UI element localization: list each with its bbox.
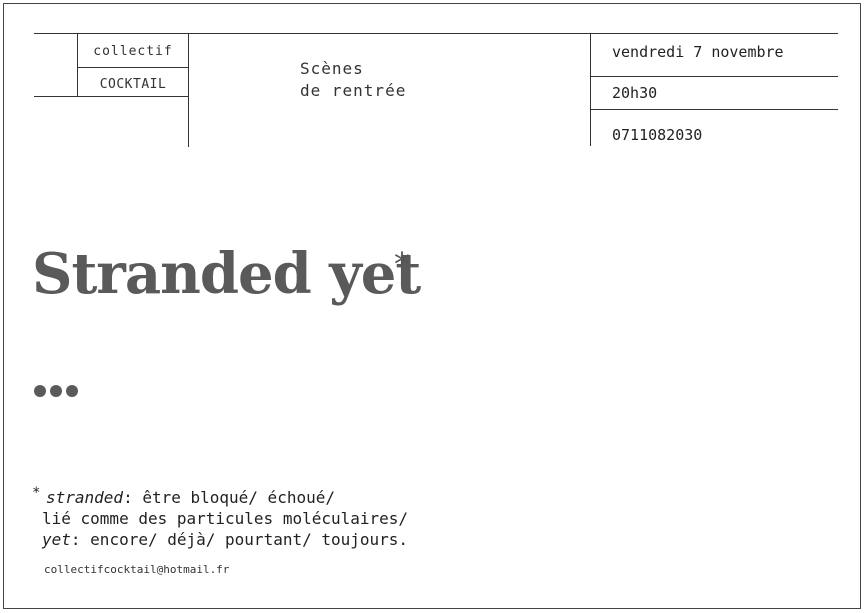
contact-phone: 0711082030 xyxy=(612,126,703,144)
info-left-divider xyxy=(590,33,591,146)
dot-icon xyxy=(50,385,62,397)
title-footnote-marker: * xyxy=(394,245,410,283)
footnote-line-3: yet: encore/ déjà/ pourtant/ toujours. xyxy=(32,529,408,550)
footnote-definition-1: : être bloqué/ échoué/ xyxy=(123,488,335,507)
footnote-line-2: lié comme des particules moléculaires/ xyxy=(42,509,409,528)
event-title: Scènes de rentrée xyxy=(300,58,406,102)
info-rule-2 xyxy=(590,109,838,110)
logo-bottom-rule xyxy=(34,96,188,97)
dot-icon xyxy=(34,385,46,397)
info-rule-1 xyxy=(590,76,838,77)
event-time: 20h30 xyxy=(612,84,658,102)
collectif-label: collectif xyxy=(93,44,173,59)
footnote: * stranded: être bloqué/ échoué/ lié com… xyxy=(32,485,409,550)
footnote-line-1: stranded: être bloqué/ échoué/ xyxy=(32,487,408,508)
footnote-definition-2: : encore/ déjà/ pourtant/ toujours. xyxy=(70,530,409,549)
dot-icon xyxy=(66,385,78,397)
ellipsis-dots xyxy=(34,385,78,397)
event-title-line-2: de rentrée xyxy=(300,81,407,100)
event-date: vendredi 7 novembre xyxy=(612,43,784,61)
contact-email[interactable]: collectifcocktail@hotmail.fr xyxy=(44,563,229,576)
logo-right-divider xyxy=(188,33,189,147)
footnote-marker: * xyxy=(32,485,41,501)
footnote-term-yet: yet xyxy=(42,530,71,549)
event-title-line-1: Scènes xyxy=(300,59,364,78)
logo-middle-rule xyxy=(77,67,188,68)
header-top-rule xyxy=(34,33,838,34)
footnote-term-stranded: stranded xyxy=(46,488,124,507)
main-title: Stranded yet xyxy=(32,241,421,307)
cocktail-label: COCKTAIL xyxy=(99,77,167,92)
